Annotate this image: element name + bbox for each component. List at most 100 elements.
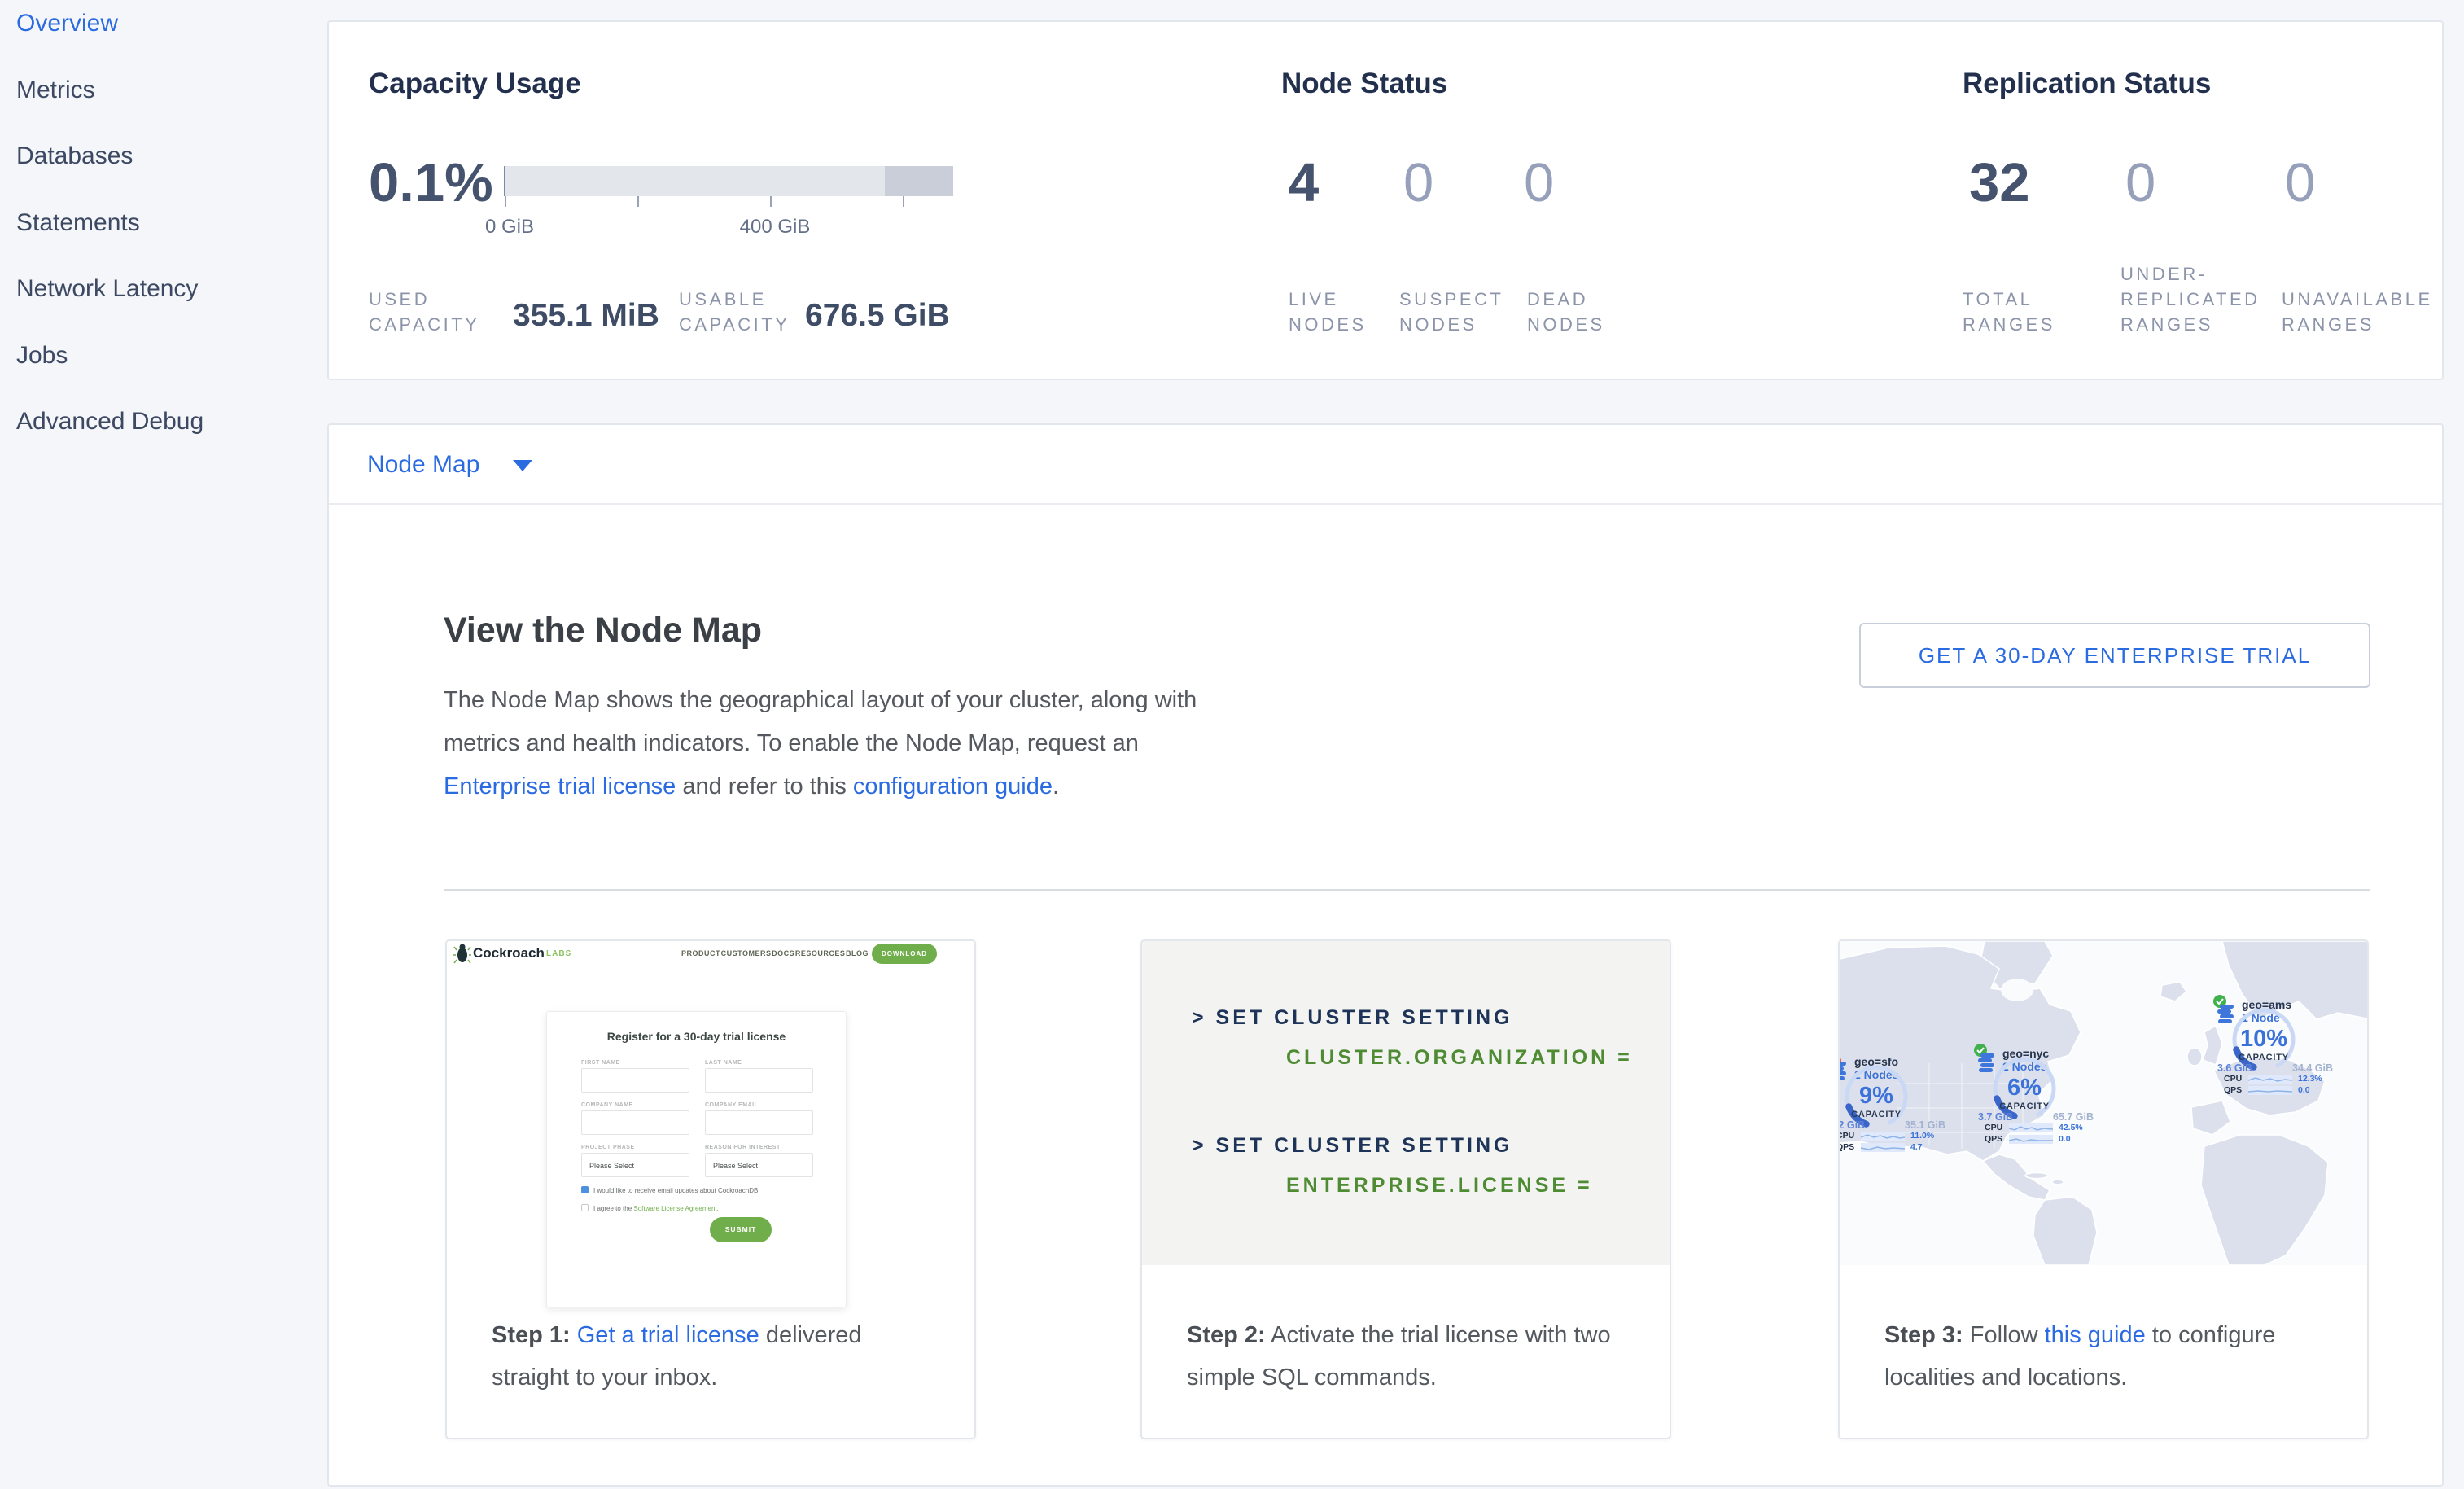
qps-row: QPS 0.0 xyxy=(1985,1134,2071,1144)
under-replicated-ranges-count: 0 xyxy=(2125,155,2155,212)
step-3-prefix: Step 3: xyxy=(1884,1322,1963,1348)
reason-for-interest-select: Please Select xyxy=(705,1153,813,1177)
sql-setting-line: ENTERPRISE.LICENSE = xyxy=(1286,1174,1593,1198)
capacity-label: CAPACITY xyxy=(1985,1101,2064,1111)
usable-capacity-value: 676.5 GiB xyxy=(805,298,950,334)
sql-setting-line: CLUSTER.ORGANIZATION = xyxy=(1286,1046,1633,1070)
live-nodes-label: LIVE NODES xyxy=(1289,287,1394,337)
cpu-sparkline xyxy=(2248,1075,2292,1084)
capacity-used: 3.7 GiB xyxy=(1978,1111,2013,1123)
step-1-prefix: Step 1: xyxy=(492,1322,571,1348)
cockroach-labs-logo-icon xyxy=(453,943,471,965)
capacity-total: 34.4 GiB xyxy=(2292,1062,2333,1074)
section-divider xyxy=(444,889,2370,891)
step-1-card: Cockroach LABS PRODUCT CUSTOMERS DOCS RE… xyxy=(445,939,976,1439)
sql-prompt-line: > SET CLUSTER SETTING xyxy=(1192,1006,1512,1030)
cluster-summary-panel: Capacity Usage 0.1% 0 GiB 400 GiB USED C… xyxy=(327,20,2444,380)
sidebar-item-advanced-debug[interactable]: Advanced Debug xyxy=(16,408,204,436)
mini-nav-docs: DOCS xyxy=(772,949,794,957)
cpu-row: CPU 12.3% xyxy=(2224,1074,2322,1084)
this-guide-link[interactable]: this guide xyxy=(2045,1322,2146,1348)
mini-submit-button: SUBMIT xyxy=(710,1217,772,1242)
intro-text: and refer to this xyxy=(676,773,853,799)
get-trial-license-link[interactable]: Get a trial license xyxy=(577,1322,759,1348)
unavailable-ranges-count: 0 xyxy=(2285,155,2315,212)
qps-value: 0.0 xyxy=(2059,1134,2071,1144)
sidebar-item-jobs[interactable]: Jobs xyxy=(16,342,68,370)
db-console-overview-page: Overview Metrics Databases Statements Ne… xyxy=(0,0,2464,1489)
mini-nav-resources: RESOURCES xyxy=(795,949,846,957)
sidebar-item-overview[interactable]: Overview xyxy=(16,10,118,37)
qps-sparkline xyxy=(2248,1086,2292,1095)
project-phase-label: PROJECT PHASE xyxy=(581,1145,635,1150)
step-1-text: Step 1: Get a trial license delivered st… xyxy=(492,1314,943,1399)
company-email-label: COMPANY EMAIL xyxy=(705,1102,758,1108)
unchecked-checkbox-icon xyxy=(581,1204,589,1211)
used-capacity-value: 355.1 MiB xyxy=(513,298,659,334)
sidebar-item-databases[interactable]: Databases xyxy=(16,142,133,170)
axis-tick xyxy=(903,196,904,207)
node-status-title: Node Status xyxy=(1281,68,1447,100)
license-agreement-checkbox-row: I agree to the Software License Agreemen… xyxy=(581,1204,719,1212)
cpu-value: 42.5% xyxy=(2059,1123,2083,1132)
labs-brand-text: LABS xyxy=(546,949,571,958)
qps-sparkline xyxy=(2009,1135,2053,1144)
cpu-value: 11.0% xyxy=(1910,1131,1934,1141)
step-2-text: Step 2: Activate the trial license with … xyxy=(1187,1314,1639,1399)
step-3-card: geo=sfo 2 Nodes 9% CAPACITY 3.2 GiB 35.1… xyxy=(1838,939,2369,1439)
company-email-field xyxy=(705,1110,813,1135)
axis-tick-label-0gib: 0 GiB xyxy=(485,216,534,239)
dead-nodes-count: 0 xyxy=(1524,155,1554,212)
configuration-guide-link[interactable]: configuration guide xyxy=(853,773,1053,799)
cpu-label: CPU xyxy=(1840,1131,1861,1141)
sidebar-item-metrics[interactable]: Metrics xyxy=(16,77,95,104)
unavailable-ranges-label: UNAVAILABLE RANGES xyxy=(2282,287,2428,337)
usable-capacity-label: USABLE CAPACITY xyxy=(679,287,809,337)
replication-status-title: Replication Status xyxy=(1963,68,2211,100)
capacity-percent: 10% xyxy=(2225,1026,2303,1053)
qps-label: QPS xyxy=(1840,1142,1861,1152)
cpu-value: 12.3% xyxy=(2298,1074,2322,1084)
sidebar-item-network-latency[interactable]: Network Latency xyxy=(16,275,198,303)
locality-marker-nyc: geo=nyc 2 Nodes 6% CAPACITY 3.7 GiB 65.7… xyxy=(1973,1049,2112,1144)
suspect-nodes-count: 0 xyxy=(1403,155,1433,212)
email-updates-checkbox-label: I would like to receive email updates ab… xyxy=(593,1187,760,1194)
trial-license-form: Register for a 30-day trial license FIRS… xyxy=(546,1011,847,1307)
sidebar-item-statements[interactable]: Statements xyxy=(16,209,140,237)
axis-tick xyxy=(770,196,772,207)
capacity-percent: 6% xyxy=(1985,1075,2064,1101)
form-title: Register for a 30-day trial license xyxy=(547,1030,846,1043)
intro-text: The Node Map shows the geographical layo… xyxy=(444,687,1197,756)
node-map-view-dropdown[interactable]: Node Map xyxy=(367,425,532,505)
chevron-down-icon xyxy=(513,460,532,471)
view-selector-row: Node Map xyxy=(329,425,2442,505)
cpu-label: CPU xyxy=(1985,1123,2009,1132)
qps-sparkline xyxy=(1861,1143,1905,1152)
intro-text: . xyxy=(1053,773,1059,799)
signup-page-screenshot: Cockroach LABS PRODUCT CUSTOMERS DOCS RE… xyxy=(447,941,974,1312)
mini-download-button: DOWNLOAD xyxy=(872,944,937,964)
get-enterprise-trial-button[interactable]: GET A 30-DAY ENTERPRISE TRIAL xyxy=(1859,623,2370,688)
step-text xyxy=(571,1322,577,1348)
cpu-row: CPU 11.0% xyxy=(1840,1131,1934,1141)
step-2-prefix: Step 2: xyxy=(1187,1322,1266,1348)
sql-prompt-line: > SET CLUSTER SETTING xyxy=(1192,1134,1512,1158)
last-name-field xyxy=(705,1068,813,1093)
email-updates-checkbox-row: I would like to receive email updates ab… xyxy=(581,1186,760,1194)
qps-value: 0.0 xyxy=(2298,1085,2310,1095)
project-phase-select: Please Select xyxy=(581,1153,689,1177)
first-name-label: FIRST NAME xyxy=(581,1060,620,1066)
qps-row: QPS 0.0 xyxy=(2224,1085,2310,1095)
capacity-used-percent: 0.1% xyxy=(369,155,493,212)
capacity-usage-title: Capacity Usage xyxy=(369,68,581,100)
node-map-intro-text: The Node Map shows the geographical layo… xyxy=(444,679,1241,808)
enterprise-trial-license-link[interactable]: Enterprise trial license xyxy=(444,773,676,799)
suspect-nodes-label: SUSPECT NODES xyxy=(1399,287,1513,337)
company-name-field xyxy=(581,1110,689,1135)
license-agreement-checkbox-label: I agree to the xyxy=(593,1205,633,1212)
axis-tick xyxy=(505,196,506,207)
mini-nav-blog: BLOG xyxy=(846,949,869,957)
last-name-label: LAST NAME xyxy=(705,1060,742,1066)
dead-nodes-label: DEAD NODES xyxy=(1527,287,1633,337)
sidebar-nav: Overview Metrics Databases Statements Ne… xyxy=(0,0,327,1489)
